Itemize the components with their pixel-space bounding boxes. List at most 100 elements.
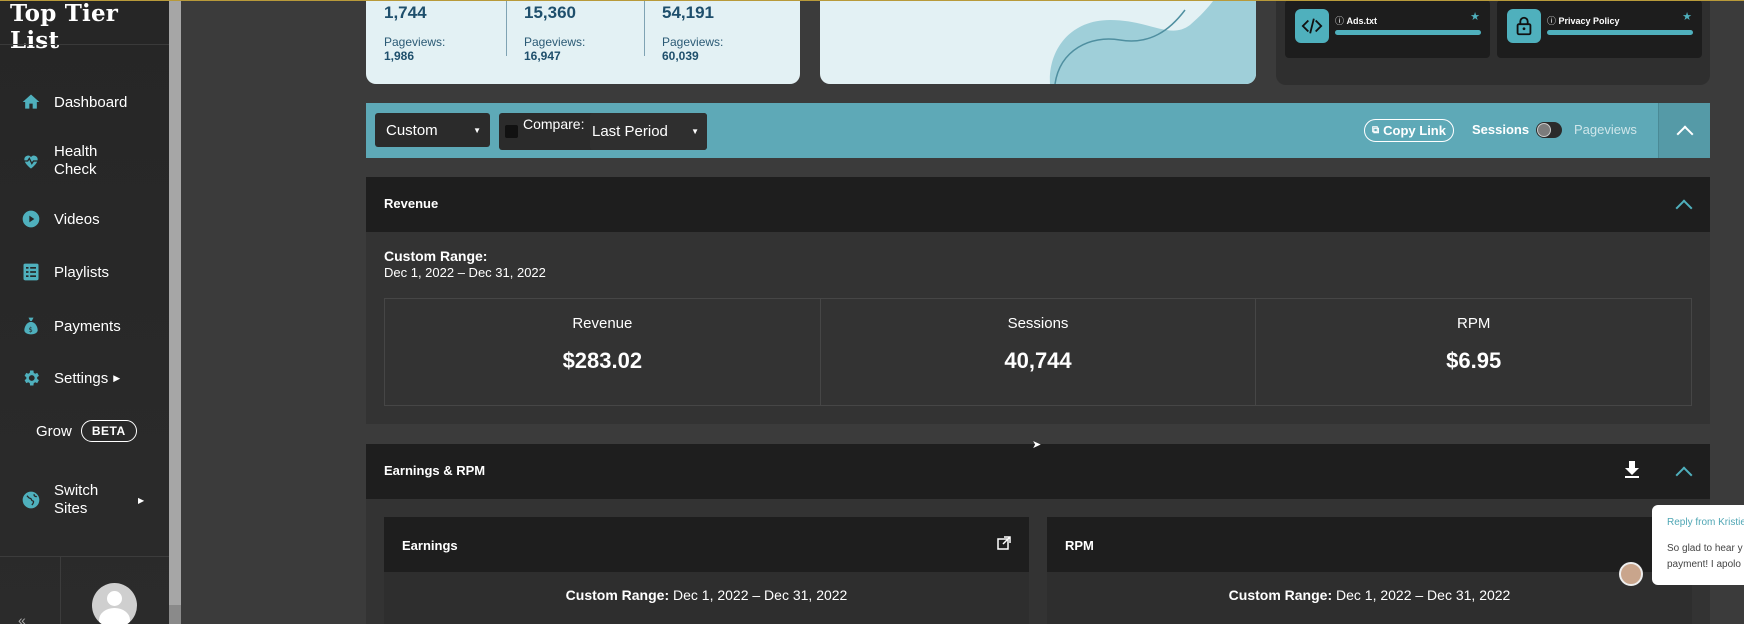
sidebar-item-playlists[interactable]: Playlists: [20, 261, 109, 283]
sidebar-item-switch-sites[interactable]: Switch Sites ▶: [20, 482, 144, 518]
sidebar-item-label: Dashboard: [54, 93, 128, 111]
earnings-card: Earnings Custom Range: Dec 1, 2022 – Dec…: [384, 517, 1029, 624]
card-range-label: Custom Range:: [1228, 587, 1333, 603]
sessions-label[interactable]: Sessions: [1472, 122, 1529, 137]
wave-illustration: [1049, 0, 1256, 84]
star-icon[interactable]: ★: [1470, 10, 1480, 23]
panel-title: Earnings & RPM: [384, 463, 486, 478]
sidebar-item-label: Switch Sites: [54, 482, 99, 517]
metric-label: RPM: [1457, 315, 1491, 332]
lock-icon: [1507, 9, 1541, 43]
tool-privacy-policy[interactable]: ⓘ Privacy Policy ★: [1497, 0, 1702, 58]
brand-title[interactable]: Top Tier List: [10, 0, 169, 54]
earnings-rpm-panel-header: Earnings & RPM: [366, 444, 1710, 499]
tool-label-text: Privacy Policy: [1558, 16, 1620, 26]
sidebar-item-videos[interactable]: Videos: [20, 208, 100, 230]
stat-value: 1,744: [384, 3, 427, 22]
metric-label: Revenue: [572, 315, 633, 332]
download-icon[interactable]: [1624, 461, 1640, 484]
decorative-card: [820, 0, 1256, 84]
sidebar-scrollbar[interactable]: [169, 0, 181, 624]
stat-value: 15,360: [524, 3, 576, 22]
revenue-panel-body: Custom Range: Dec 1, 2022 – Dec 31, 2022…: [366, 232, 1710, 424]
heartbeat-icon: [20, 150, 42, 172]
compare-period-select[interactable]: Last Period ▼: [590, 113, 707, 150]
sidebar-item-settings[interactable]: Settings ▶: [20, 367, 120, 389]
chat-message: So glad to hear y payment! I apolo: [1667, 541, 1743, 573]
chat-agent-avatar[interactable]: [1619, 562, 1643, 586]
compare-checkbox[interactable]: [505, 125, 518, 138]
grow-link[interactable]: Grow BETA: [36, 420, 137, 442]
mouse-cursor: ➤: [1032, 439, 1042, 451]
tool-label-text: Ads.txt: [1346, 16, 1378, 26]
stat-pageviews-value: 60,039: [662, 49, 699, 63]
copy-icon: ⧉: [1372, 125, 1380, 136]
earnings-collapse-button[interactable]: [1658, 444, 1710, 499]
compare-period-value: Last Period: [592, 123, 668, 140]
progress-bar: [1547, 30, 1693, 35]
card-title: Earnings: [402, 538, 458, 553]
star-icon[interactable]: ★: [1682, 10, 1692, 23]
collapse-sidebar-button[interactable]: «: [18, 612, 26, 624]
sidebar-item-label: Payments: [54, 317, 121, 335]
metric-revenue: Revenue $283.02: [385, 299, 821, 405]
compare-label: Compare:: [523, 116, 585, 132]
range-title: Custom Range:: [384, 248, 488, 264]
tool-label: ⓘ Ads.txt: [1335, 14, 1377, 27]
stat-block: 1,744 Pageviews: 1,986: [384, 3, 445, 63]
tool-ads-txt[interactable]: ⓘ Ads.txt ★: [1285, 0, 1490, 58]
sidebar-item-payments[interactable]: $ Payments: [20, 315, 121, 337]
range-dates: Dec 1, 2022 – Dec 31, 2022: [384, 265, 546, 280]
metric-value: $6.95: [1446, 348, 1502, 373]
divider: [644, 0, 645, 56]
stat-block: 15,360 Pageviews: 16,947: [524, 3, 585, 63]
divider: [506, 0, 507, 56]
info-icon: ⓘ: [1335, 16, 1347, 26]
top-accent-line: [0, 0, 1744, 1]
sessions-pageviews-toggle[interactable]: [1536, 122, 1562, 138]
metrics-row: Revenue $283.02 Sessions 40,744 RPM $6.9…: [384, 298, 1692, 406]
range-select-value: Custom: [386, 121, 438, 139]
avatar-body: [99, 608, 130, 624]
card-header: Earnings: [384, 517, 1029, 572]
metric-rpm: RPM $6.95: [1256, 299, 1691, 405]
metric-value: 40,744: [1004, 348, 1072, 373]
divider: [0, 44, 169, 45]
main-content: 1,744 Pageviews: 1,986 15,360 Pageviews:…: [181, 0, 1744, 624]
caret-right-icon: ▶: [113, 372, 121, 383]
stat-pageviews-value: 1,986: [384, 49, 415, 63]
sidebar: Top Tier List Dashboard Health Check Vid…: [0, 0, 169, 624]
scrollbar-thumb[interactable]: [169, 605, 181, 624]
card-range: Custom Range: Dec 1, 2022 – Dec 31, 2022: [384, 587, 1029, 603]
gear-icon: [20, 367, 42, 389]
stat-pageviews-value: 16,947: [524, 49, 561, 63]
chat-sender: Reply from Kristie: [1667, 517, 1744, 528]
revenue-collapse-button[interactable]: [1658, 177, 1710, 232]
chevron-up-icon: [1675, 466, 1693, 483]
avatar[interactable]: [92, 583, 137, 624]
caret-right-icon: ▶: [138, 495, 145, 505]
metric-label: Sessions: [1007, 315, 1069, 332]
copy-link-button[interactable]: ⧉ Copy Link: [1364, 119, 1454, 142]
chat-message-popup[interactable]: Reply from Kristie So glad to hear y pay…: [1652, 505, 1744, 585]
money-bag-icon: $: [20, 315, 42, 337]
external-link-icon[interactable]: [997, 536, 1011, 555]
stat-value: 54,191: [662, 3, 714, 22]
card-range-dates: Dec 1, 2022 – Dec 31, 2022: [673, 587, 848, 603]
filter-collapse-button[interactable]: [1658, 103, 1710, 158]
pageviews-label[interactable]: Pageviews: [1574, 122, 1637, 137]
rpm-card: RPM Custom Range: Dec 1, 2022 – Dec 31, …: [1047, 517, 1692, 624]
globe-icon: [20, 489, 42, 511]
stat-pageviews-label: Pageviews:: [524, 35, 586, 49]
sidebar-item-health-check[interactable]: Health Check: [20, 143, 124, 179]
sidebar-item-dashboard[interactable]: Dashboard: [20, 91, 127, 113]
avatar-head: [107, 591, 122, 606]
divider: [60, 556, 61, 624]
range-select[interactable]: Custom ▼: [375, 113, 490, 147]
chevron-up-icon: [1675, 199, 1693, 216]
chat-message-line: So glad to hear y: [1667, 543, 1743, 554]
stats-card: 1,744 Pageviews: 1,986 15,360 Pageviews:…: [366, 0, 800, 84]
metric-value: $283.02: [562, 348, 643, 373]
info-icon: ⓘ: [1547, 16, 1559, 26]
code-icon: [1295, 9, 1329, 43]
